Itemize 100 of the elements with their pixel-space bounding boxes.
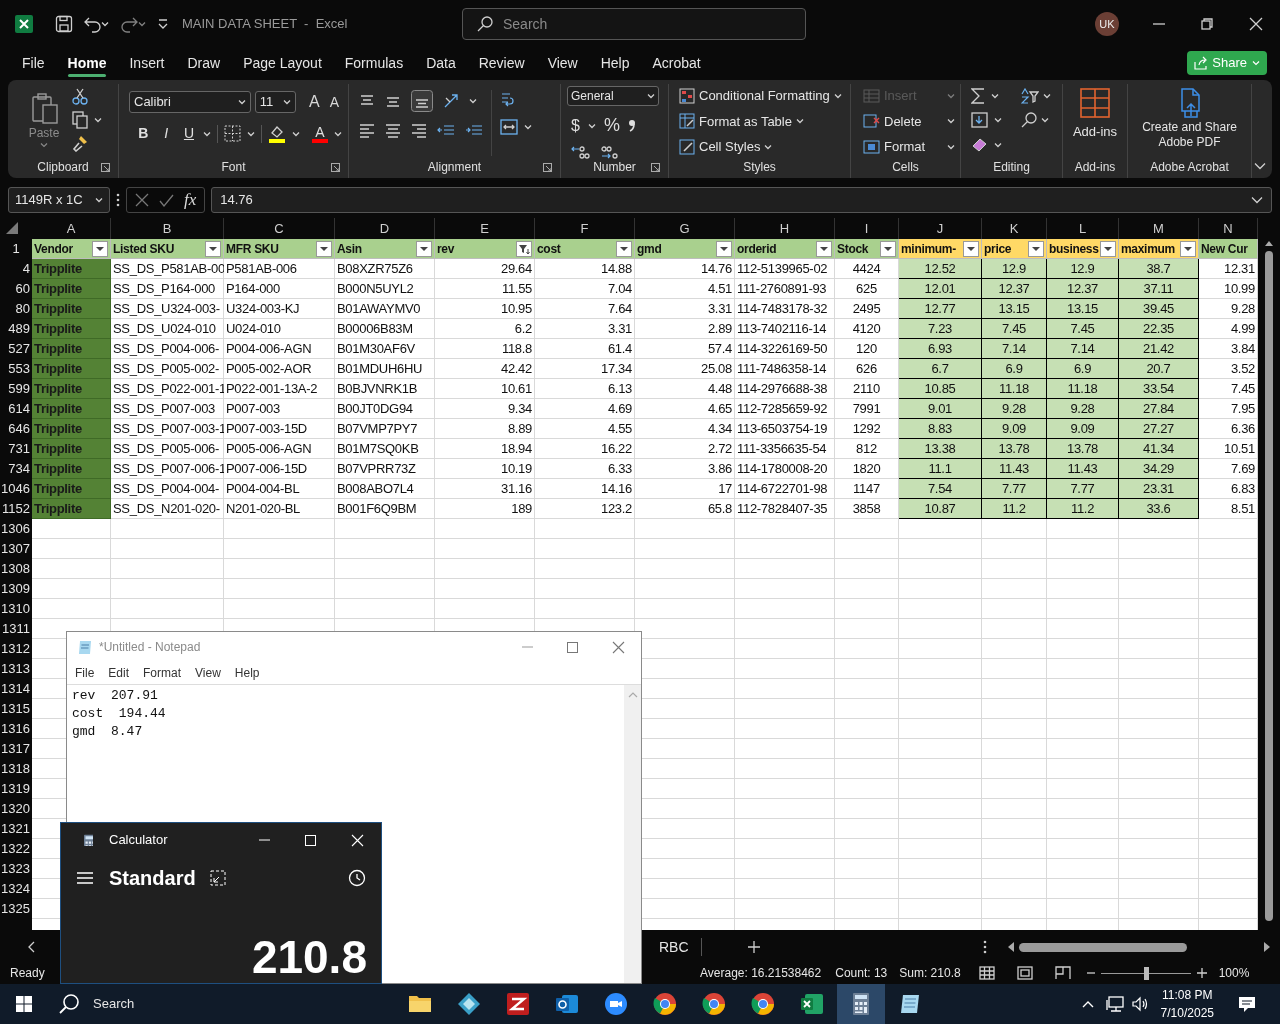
number-format-dropdown[interactable]: General xyxy=(567,86,659,106)
font-color-button[interactable]: A xyxy=(312,124,329,143)
paste-button[interactable]: Paste xyxy=(26,92,62,148)
cell-styles-button[interactable]: Cell Styles xyxy=(679,137,844,157)
menu-tab[interactable]: File xyxy=(22,48,45,78)
add-ins-button[interactable]: Add-ins xyxy=(1072,88,1118,156)
add-sheet-icon[interactable] xyxy=(747,941,760,953)
caret-icon[interactable] xyxy=(587,122,596,129)
row-header[interactable]: 1046 xyxy=(0,479,32,499)
row-header[interactable]: 1307 xyxy=(0,539,32,559)
cancel-icon[interactable] xyxy=(135,193,149,207)
caret-icon[interactable] xyxy=(95,197,103,203)
comma-style-icon[interactable] xyxy=(627,119,636,132)
format-painter-icon[interactable] xyxy=(72,135,88,152)
row-header[interactable]: 1324 xyxy=(0,879,32,899)
orientation-icon[interactable] xyxy=(443,93,459,109)
font-name-dropdown[interactable]: Calibri xyxy=(129,91,251,113)
avatar[interactable]: UK xyxy=(1095,12,1119,36)
undo-icon[interactable] xyxy=(84,15,101,33)
page-break-icon[interactable] xyxy=(1054,966,1071,980)
filter-dropdown-icon[interactable] xyxy=(205,240,221,257)
insert-function-button[interactable]: fx xyxy=(184,187,197,213)
menu-item[interactable]: View xyxy=(195,664,221,682)
zoom-in-icon[interactable] xyxy=(1196,968,1207,978)
row-header[interactable]: 1313 xyxy=(0,659,32,679)
row-header[interactable]: 1152 xyxy=(0,499,32,519)
redo-icon[interactable] xyxy=(121,15,138,33)
page-layout-icon[interactable] xyxy=(1016,966,1033,980)
menu-tab[interactable]: View xyxy=(547,48,578,78)
row-header[interactable]: 1322 xyxy=(0,839,32,859)
row-header[interactable]: 527 xyxy=(0,339,32,359)
row-header[interactable]: 1316 xyxy=(0,719,32,739)
caret-icon[interactable] xyxy=(94,117,102,123)
filter-dropdown-icon[interactable] xyxy=(716,240,732,257)
caret-icon[interactable] xyxy=(469,98,477,104)
row-header[interactable]: 1318 xyxy=(0,759,32,779)
filter-dropdown-icon[interactable] xyxy=(816,240,832,257)
row-header[interactable]: 489 xyxy=(0,319,32,339)
sheet-tab[interactable]: RBC xyxy=(647,934,701,960)
taskbar-search[interactable]: Search xyxy=(59,994,349,1014)
menu-tab[interactable]: Formulas xyxy=(344,48,404,78)
italic-button[interactable]: I xyxy=(157,123,175,144)
formula-input[interactable]: 14.76 xyxy=(211,187,1272,213)
sort-filter-icon[interactable] xyxy=(1020,88,1039,104)
eraser-icon[interactable] xyxy=(971,136,988,153)
more-icon[interactable] xyxy=(116,193,120,207)
row-header[interactable]: 614 xyxy=(0,399,32,419)
wrap-text-icon[interactable] xyxy=(500,90,516,107)
format-button[interactable]: Format xyxy=(863,137,955,157)
font-size-dropdown[interactable]: 11 xyxy=(254,91,296,113)
search-icon[interactable] xyxy=(1020,112,1037,128)
scissors-icon[interactable] xyxy=(72,88,88,105)
align-right-icon[interactable] xyxy=(411,122,427,138)
menu-item[interactable]: File xyxy=(75,664,95,682)
row-header[interactable]: 646 xyxy=(0,419,32,439)
dialog-launcher-icon[interactable] xyxy=(651,162,660,172)
center-icon[interactable] xyxy=(385,122,401,138)
percent-button[interactable]: % xyxy=(603,112,620,139)
row-header[interactable]: 599 xyxy=(0,379,32,399)
scroll-up-icon[interactable] xyxy=(1264,240,1274,247)
copy-icon[interactable] xyxy=(72,111,88,129)
row-header[interactable]: 1 xyxy=(0,239,32,259)
search-field[interactable]: Search xyxy=(462,8,806,40)
dialog-launcher-icon[interactable] xyxy=(331,162,340,172)
filter-dropdown-icon[interactable] xyxy=(880,240,896,257)
row-header[interactable]: 1321 xyxy=(0,819,32,839)
format-as-table-button[interactable]: Format as Table xyxy=(679,111,844,131)
notifications-icon[interactable] xyxy=(1238,995,1256,1013)
caret-icon[interactable] xyxy=(1042,93,1051,99)
restore-icon[interactable] xyxy=(1201,18,1213,30)
row-header[interactable]: 1311 xyxy=(0,619,32,639)
caret-icon[interactable] xyxy=(647,93,655,99)
row-header[interactable]: 1323 xyxy=(0,859,32,879)
align-left-icon[interactable] xyxy=(359,122,375,138)
network-icon[interactable] xyxy=(1105,996,1124,1012)
check-icon[interactable] xyxy=(159,193,174,207)
menu-tab[interactable]: Help xyxy=(600,48,630,78)
filter-applied-icon[interactable] xyxy=(516,240,532,257)
row-header[interactable]: 1312 xyxy=(0,639,32,659)
sum-icon[interactable] xyxy=(971,88,985,104)
caret-icon[interactable] xyxy=(334,130,343,137)
menu-tab[interactable]: Review xyxy=(478,48,525,78)
expand-icon[interactable] xyxy=(1251,196,1263,204)
caret-icon[interactable] xyxy=(994,117,1002,123)
row-header[interactable]: 1309 xyxy=(0,579,32,599)
align-bottom-icon[interactable] xyxy=(411,90,433,112)
decrease-font-size-button[interactable]: A xyxy=(326,91,342,113)
speaker-icon[interactable] xyxy=(1131,996,1149,1012)
filter-dropdown-icon[interactable] xyxy=(416,240,432,257)
increase-indent-icon[interactable] xyxy=(465,122,483,138)
caret-icon[interactable] xyxy=(203,130,212,137)
filter-dropdown-icon[interactable] xyxy=(1180,240,1196,257)
customize-toolbar-icon[interactable] xyxy=(158,19,168,29)
caret-icon[interactable] xyxy=(994,141,1002,148)
zoom-level[interactable]: 100% xyxy=(1218,964,1250,982)
fill-color-icon[interactable] xyxy=(268,124,287,143)
currency-button[interactable]: $ xyxy=(571,113,580,138)
normal-view-icon[interactable] xyxy=(978,966,995,980)
increase-decimal-icon[interactable] xyxy=(571,145,590,159)
filter-dropdown-icon[interactable] xyxy=(1100,240,1116,257)
